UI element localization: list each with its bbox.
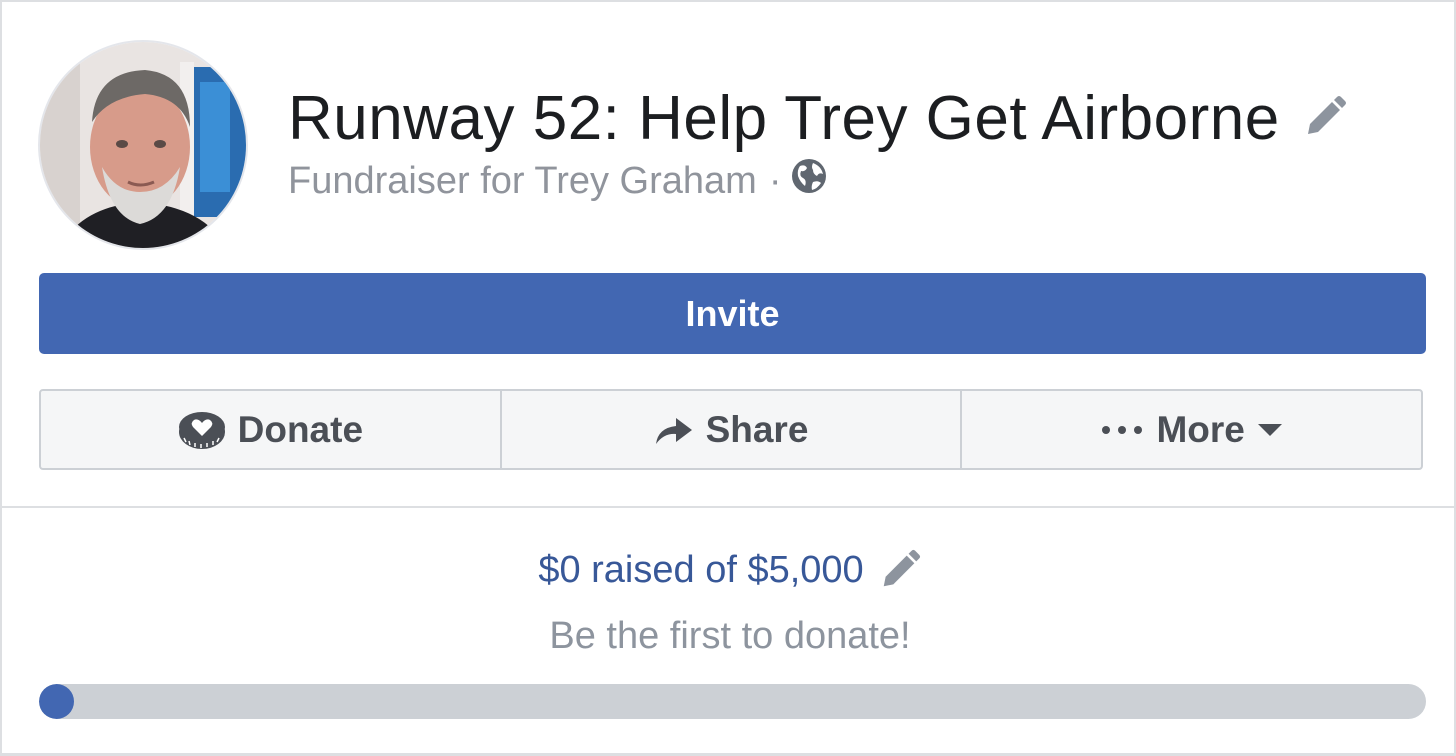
profile-photo <box>40 42 246 248</box>
more-dots-icon <box>1100 424 1144 436</box>
fundraiser-subtitle: Fundraiser for Trey Graham · <box>288 158 827 204</box>
progress-bar <box>39 684 1426 719</box>
caret-down-icon <box>1257 423 1283 437</box>
donate-label: Donate <box>237 408 364 450</box>
more-button[interactable]: More <box>960 391 1421 468</box>
edit-title-pencil-icon[interactable] <box>1302 94 1348 140</box>
donate-heart-icon <box>178 410 226 450</box>
edit-goal-pencil-icon[interactable] <box>878 548 922 592</box>
invite-button[interactable]: Invite <box>39 273 1426 354</box>
raised-amount-link[interactable]: $0 raised of $5,000 <box>538 546 863 594</box>
globe-icon[interactable] <box>791 158 827 194</box>
page-title: Runway 52: Help Trey Get Airborne <box>288 84 1280 153</box>
more-label: More <box>1156 408 1245 450</box>
avatar[interactable] <box>40 42 246 248</box>
subtitle-separator: · <box>768 160 782 202</box>
share-button[interactable]: Share <box>499 391 961 468</box>
share-label: Share <box>705 408 809 450</box>
section-divider <box>2 506 1456 508</box>
fundraiser-card: Runway 52: Help Trey Get Airborne Fundra… <box>0 0 1456 756</box>
donate-prompt: Be the first to donate! <box>549 615 911 657</box>
raised-summary: $0 raised of $5,000 <box>2 546 1456 594</box>
share-arrow-icon <box>654 414 694 446</box>
progress-bar-fill <box>39 684 74 719</box>
action-bar: Donate Share More <box>39 389 1423 470</box>
subtitle-text[interactable]: Fundraiser for Trey Graham <box>288 158 757 204</box>
donate-button[interactable]: Donate <box>41 391 500 468</box>
